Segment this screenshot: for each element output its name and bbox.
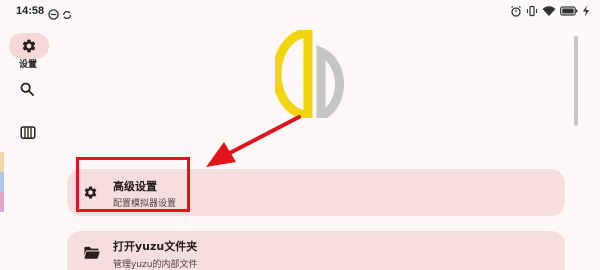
item-subtitle: 管理yuzu的内部文件 <box>113 260 198 270</box>
vibrate-icon <box>526 5 538 17</box>
annotation-highlight-box <box>76 157 190 212</box>
status-bar: 14:58 <box>0 0 600 24</box>
sync-icon <box>62 5 72 24</box>
scrollbar-thumb[interactable] <box>574 36 578 126</box>
game-library-icon[interactable] <box>19 125 37 145</box>
wifi-icon <box>542 6 556 16</box>
annotation-arrow <box>206 115 301 167</box>
search-icon[interactable] <box>19 81 35 101</box>
navigation-rail: 设置 <box>0 24 56 270</box>
battery-icon <box>560 6 578 16</box>
dnd-icon <box>48 5 59 24</box>
yuzu-logo <box>272 28 355 123</box>
nav-item-settings[interactable] <box>9 33 49 59</box>
folder-icon <box>83 245 100 264</box>
nav-label-settings: 设置 <box>18 60 37 70</box>
status-time: 14:58 <box>16 5 45 17</box>
charging-icon <box>583 5 589 17</box>
gear-icon <box>22 39 36 53</box>
open-yuzu-folder-item[interactable]: 打开yuzu文件夹 管理yuzu的内部文件 <box>67 231 565 270</box>
edge-color-strip <box>0 152 4 214</box>
alarm-icon <box>511 6 521 17</box>
item-title: 打开yuzu文件夹 <box>113 240 198 253</box>
